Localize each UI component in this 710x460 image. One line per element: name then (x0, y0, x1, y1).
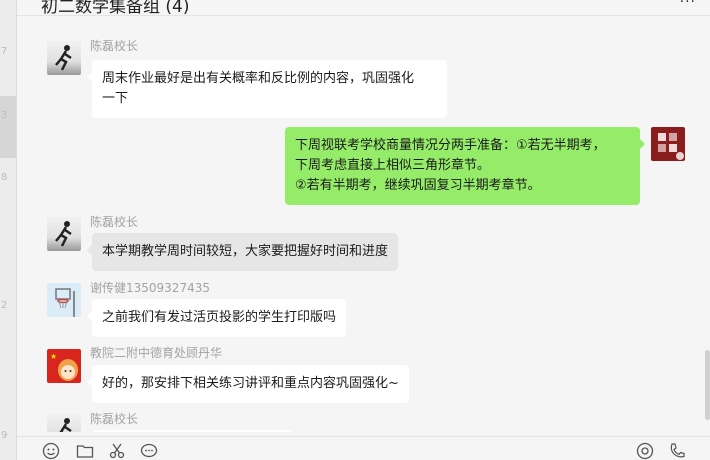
more-icon[interactable]: ··· (680, 0, 696, 10)
chat-title: 初二数学集备组 (4) (41, 0, 190, 17)
seal-avatar-icon[interactable] (651, 127, 685, 161)
chat-header: 初二数学集备组 (4) ··· (17, 0, 710, 17)
list-fragment: 9 (1, 430, 8, 441)
message-bubble-outgoing[interactable]: 下周视联考学校商量情况分两手准备：①若无半期考， 下周考虑直接上相似三角形章节。… (285, 127, 645, 205)
emoji-icon[interactable] (41, 442, 61, 460)
message-text: 本学期教学周时间较短，大家要把握好时间和进度 (102, 244, 389, 259)
video-call-icon[interactable] (635, 442, 655, 460)
chat-scrollbar[interactable] (705, 350, 710, 420)
scissors-icon[interactable] (107, 442, 127, 460)
sender-name: 陈磊校长 (90, 39, 139, 53)
runner-avatar-icon[interactable] (47, 414, 81, 432)
message-bubble[interactable]: 周末作业最好是出有关概率和反比例的内容，巩固强化 一下 (87, 60, 447, 118)
message-text: ②若有半期考，继续巩固复习半期考章节。 (295, 178, 541, 193)
message-text: 下周视联考学校商量情况分两手准备：①若无半期考， (295, 138, 606, 153)
message-text: 一下 (102, 91, 129, 106)
message-text: 下周考虑直接上相似三角形章节。 (295, 158, 491, 173)
message-bubble[interactable]: 之前我们有发过活页投影的学生打印版吗 (86, 299, 347, 337)
runner-avatar-icon[interactable] (47, 41, 81, 75)
sender-name: 教院二附中德育处顾丹华 (90, 346, 223, 360)
message-bubble[interactable]: 本学期教学周时间较短，大家要把握好时间和进度 (86, 233, 399, 271)
sender-name: 陈磊校长 (90, 412, 139, 426)
basketball-hoop-avatar-icon[interactable] (47, 283, 81, 317)
message-list[interactable]: 陈磊校长 周末作业最好是出有关概率和反比例的内容，巩固强化 一下 下周视联考学校… (17, 16, 710, 432)
flag-girl-avatar-icon[interactable]: ★ (47, 349, 81, 383)
chat-bubble-icon[interactable] (139, 442, 159, 460)
input-toolbar (17, 436, 710, 460)
list-fragment: 8 (1, 172, 8, 183)
sender-name: 陈磊校长 (90, 215, 139, 229)
message-bubble[interactable] (92, 430, 292, 432)
svg-text:★: ★ (50, 352, 57, 361)
list-fragment: 3 (1, 110, 8, 121)
conversation-list-strip[interactable]: 7 3 8 2 9 (0, 0, 17, 460)
folder-icon[interactable] (75, 442, 95, 460)
message-text: 周末作业最好是出有关概率和反比例的内容，巩固强化 (102, 71, 415, 86)
sender-name: 谢传健13509327435 (90, 281, 210, 295)
message-text: 之前我们有发过活页投影的学生打印版吗 (102, 310, 337, 325)
runner-avatar-icon[interactable] (47, 217, 81, 251)
selected-conversation-highlight[interactable] (0, 96, 16, 158)
phone-icon[interactable] (667, 442, 687, 460)
list-fragment: 2 (1, 300, 8, 311)
list-fragment: 7 (1, 46, 8, 57)
message-bubble[interactable]: 好的，那安排下相关练习讲评和重点内容巩固强化~ (87, 365, 409, 403)
message-text: 好的，那安排下相关练习讲评和重点内容巩固强化~ (102, 376, 399, 391)
